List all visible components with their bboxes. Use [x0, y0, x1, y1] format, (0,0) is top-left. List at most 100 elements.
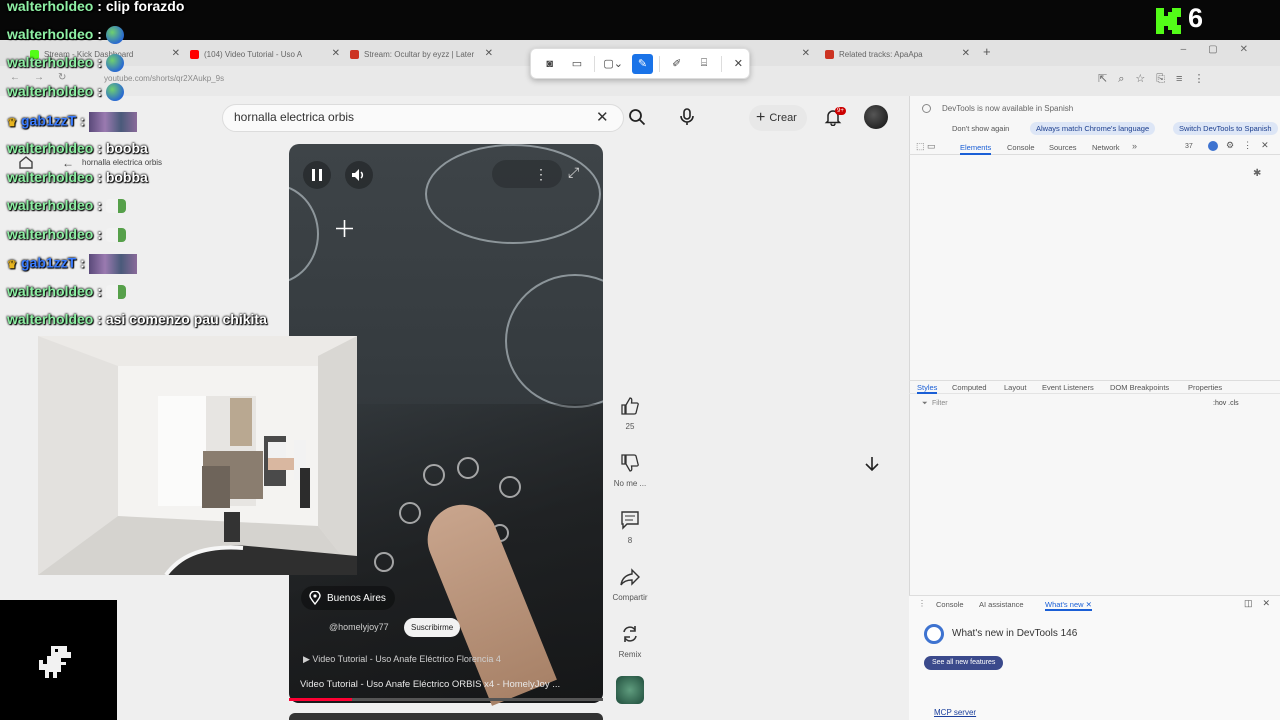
- tab-elements[interactable]: Elements: [960, 143, 992, 155]
- chat-username[interactable]: walterholdeo: [7, 169, 93, 185]
- screenshot-button[interactable]: ◙: [539, 54, 560, 74]
- close-icon[interactable]: ✕: [1086, 600, 1092, 609]
- tab-sources[interactable]: Sources: [1049, 143, 1077, 152]
- tab-event-listeners[interactable]: Event Listeners: [1042, 383, 1094, 392]
- dont-show-again-button[interactable]: Don't show again: [946, 122, 1015, 135]
- tab-console[interactable]: Console: [1007, 143, 1035, 152]
- whats-new-title: What's new in DevTools 146: [952, 628, 1078, 639]
- hov-cls-toggles[interactable]: :hov .cls: [1213, 400, 1239, 407]
- chat-username[interactable]: walterholdeo: [7, 283, 93, 299]
- next-video-preview[interactable]: [289, 713, 603, 720]
- video-title[interactable]: Video Tutorial - Uso Anafe Eléctrico ORB…: [300, 679, 560, 690]
- see-all-features-button[interactable]: See all new features: [924, 656, 1004, 670]
- audio-track-label: Video Tutorial - Uso Anafe Eléctrico Flo…: [312, 654, 501, 664]
- channel-handle[interactable]: @homelyjoy77: [329, 622, 389, 632]
- devtools-controls[interactable]: ⚙⋮✕: [1226, 140, 1278, 151]
- tab-close-icon[interactable]: ✕: [802, 48, 810, 59]
- screen: { "stream": { "viewer_count": "6", "bran…: [0, 0, 1280, 720]
- new-tab-button[interactable]: +: [983, 44, 991, 59]
- devtools-language-banner: DevTools is now available in Spanish: [942, 104, 1074, 113]
- browser-tab[interactable]: Stream: Ocultar by eyzz | Later ✕: [350, 44, 493, 64]
- tab-close-icon[interactable]: ✕: [485, 48, 493, 59]
- like-button[interactable]: 25: [608, 396, 652, 431]
- chat-username[interactable]: gab1zzT: [21, 255, 76, 271]
- volume-button[interactable]: [345, 161, 373, 189]
- create-button[interactable]: + Crear: [749, 105, 807, 131]
- chat-separator: :: [93, 26, 106, 42]
- text-extract-button[interactable]: ⌸: [693, 54, 714, 74]
- rectangle-mode-button[interactable]: ▢⌄: [601, 54, 626, 74]
- more-options-icon[interactable]: ⋮: [492, 160, 562, 188]
- ai-icon[interactable]: [1208, 141, 1218, 151]
- browser-tab[interactable]: ✕: [760, 44, 810, 64]
- inspect-icon[interactable]: ⬚ ▭: [916, 141, 936, 152]
- stream-chat-overlay: walterholdeo : clip forazdo walterholdeo …: [0, 0, 300, 340]
- rectangle-icon: ▢⌄: [603, 58, 623, 70]
- switch-spanish-button[interactable]: Switch DevTools to Spanish: [1173, 122, 1278, 135]
- search-icon[interactable]: [628, 108, 646, 126]
- tab-close-icon[interactable]: ✕: [962, 48, 970, 59]
- chat-username[interactable]: walterholdeo: [7, 83, 93, 99]
- record-video-button[interactable]: ▭: [566, 54, 587, 74]
- share-button[interactable]: Compartir: [608, 567, 652, 602]
- tab-network[interactable]: Network: [1092, 143, 1120, 152]
- favicon-icon: [350, 49, 359, 59]
- close-icon: ✕: [733, 58, 743, 70]
- filter-input[interactable]: Filter: [932, 400, 948, 407]
- chat-text: clip forazdo: [105, 0, 185, 14]
- chat-username[interactable]: walterholdeo: [7, 140, 93, 156]
- tab-close-icon[interactable]: ✕: [332, 48, 340, 59]
- drawer-tab-whats-new[interactable]: What's new ✕: [1045, 600, 1092, 611]
- comments-button[interactable]: 8: [608, 510, 652, 545]
- drawer-controls[interactable]: ◫✕: [1244, 598, 1280, 609]
- location-pin-icon: [309, 591, 321, 605]
- fullscreen-icon[interactable]: ⤢: [568, 164, 579, 181]
- chat-username[interactable]: walterholdeo: [7, 0, 93, 14]
- wide-emote-icon: [88, 112, 137, 132]
- video-progress-bar[interactable]: [289, 698, 603, 701]
- location-chip[interactable]: Buenos Aires: [301, 586, 395, 610]
- toolbar-icons[interactable]: ⇱⌕☆⎘≡⋮: [1098, 72, 1215, 86]
- pause-button[interactable]: [303, 161, 331, 189]
- whats-new-label: What's new: [1045, 600, 1084, 609]
- browser-tab[interactable]: Related tracks: ApaApa ✕: [825, 44, 970, 64]
- drawer-tab-ai[interactable]: AI assistance: [979, 600, 1024, 609]
- arrow-down-icon[interactable]: [862, 454, 882, 474]
- close-snip-button[interactable]: ✕: [728, 54, 749, 74]
- microphone-icon[interactable]: [679, 108, 695, 126]
- subscribe-button[interactable]: Suscribirme: [404, 618, 461, 637]
- chat-username[interactable]: walterholdeo: [7, 311, 93, 327]
- pen-button[interactable]: ✐: [666, 54, 687, 74]
- window-controls[interactable]: –▢✕: [1181, 44, 1270, 55]
- more-tabs-icon[interactable]: »: [1132, 141, 1137, 151]
- tab-layout[interactable]: Layout: [1004, 383, 1027, 392]
- thumbs-up-icon: [621, 397, 639, 415]
- dislike-button[interactable]: No me ...: [608, 453, 652, 488]
- mcp-server-link[interactable]: MCP server: [934, 708, 976, 717]
- match-language-button[interactable]: Always match Chrome's language: [1030, 122, 1156, 135]
- chat-username[interactable]: walterholdeo: [7, 26, 93, 42]
- annotate-button[interactable]: ✎: [631, 53, 654, 74]
- account-avatar[interactable]: [864, 105, 888, 129]
- audio-track[interactable]: ▶ Video Tutorial - Uso Anafe Eléctrico F…: [303, 654, 501, 665]
- tab-properties[interactable]: Properties: [1188, 383, 1222, 392]
- chat-username[interactable]: gab1zzT: [21, 113, 76, 129]
- chat-separator: :: [93, 283, 106, 299]
- text-extract-icon: ⌸: [700, 57, 708, 69]
- chat-username[interactable]: walterholdeo: [7, 226, 93, 242]
- channel-avatar[interactable]: [616, 676, 644, 704]
- separator: [720, 55, 722, 72]
- tab-styles[interactable]: Styles: [917, 383, 938, 394]
- drawer-tab-console[interactable]: Console: [936, 600, 964, 609]
- remix-button[interactable]: Remix: [608, 624, 652, 659]
- chat-separator: :: [93, 197, 106, 213]
- drawer-menu-icon[interactable]: ⋮: [918, 599, 926, 608]
- clear-search-icon[interactable]: ✕: [596, 108, 609, 126]
- burner-ring: [425, 144, 601, 244]
- chat-message: walterholdeo : booba: [7, 140, 148, 156]
- chat-username[interactable]: walterholdeo: [7, 197, 93, 213]
- tab-dom-breakpoints[interactable]: DOM Breakpoints: [1110, 383, 1169, 392]
- chat-username[interactable]: walterholdeo: [7, 54, 93, 70]
- tab-computed[interactable]: Computed: [952, 383, 987, 392]
- accessibility-icon[interactable]: ✱: [1253, 168, 1261, 179]
